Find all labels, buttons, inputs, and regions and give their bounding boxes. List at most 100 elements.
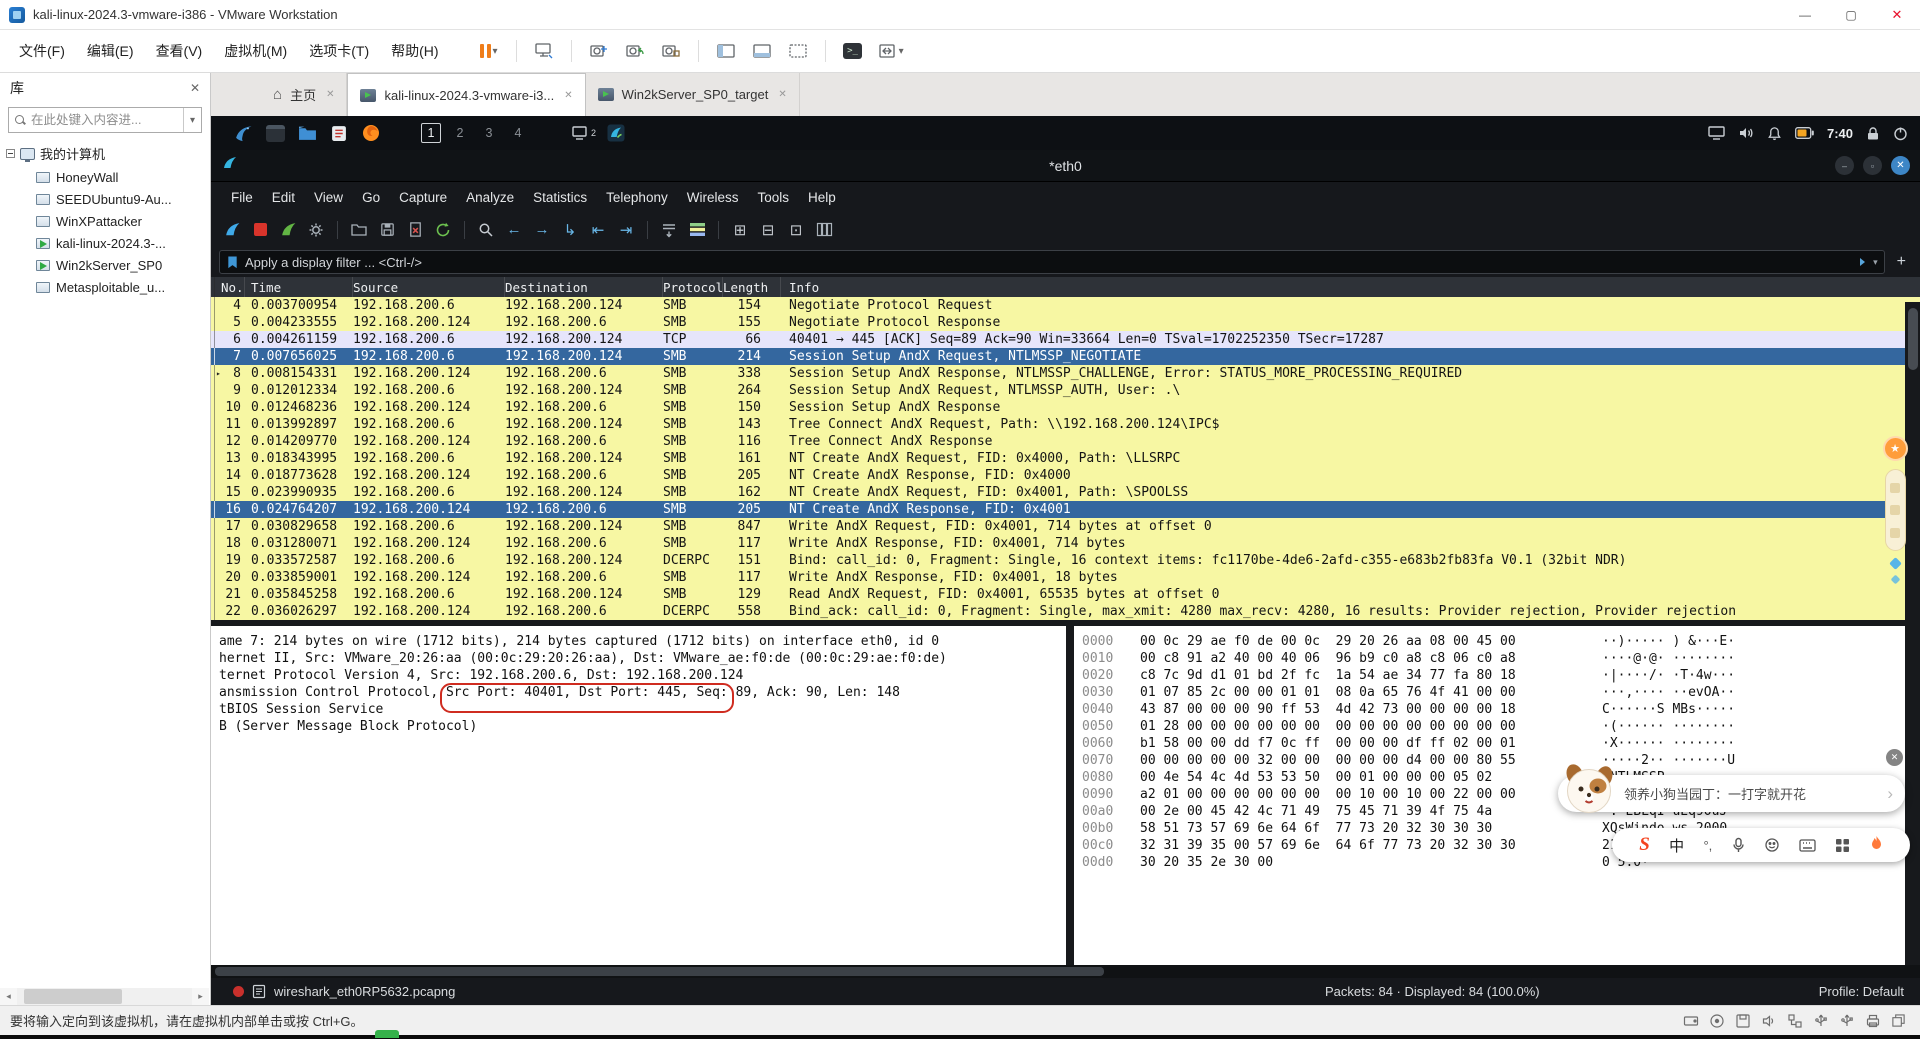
vm-tree-item[interactable]: WinXPattacker <box>0 210 210 232</box>
packet-row[interactable]: 15 0.023990935 192.168.200.6 192.168.200… <box>211 484 1920 501</box>
emoji-icon[interactable] <box>1764 837 1780 853</box>
wireshark-taskbar-icon[interactable] <box>604 121 628 145</box>
collapse-icon[interactable] <box>6 149 15 158</box>
toggle-library-button[interactable] <box>711 36 741 66</box>
sparkle-icon[interactable] <box>1890 574 1900 585</box>
go-last-packet-icon[interactable]: ⇥ <box>613 217 639 243</box>
packet-row[interactable]: 13 0.018343995 192.168.200.6 192.168.200… <box>211 450 1920 467</box>
apply-filter-icon[interactable] <box>1853 256 1868 268</box>
wireshark-menu-item[interactable]: Telephony <box>598 186 676 209</box>
start-capture-button[interactable] <box>219 217 245 243</box>
chevron-down-icon[interactable]: ▾ <box>493 46 498 57</box>
toggle-thumbnails-button[interactable] <box>747 36 777 66</box>
zoom-out-icon[interactable]: ⊟ <box>755 217 781 243</box>
hex-row[interactable]: 0030 01 07 85 2c 00 00 01 01 08 0a 65 76… <box>1082 684 1905 701</box>
library-search[interactable]: ▾ <box>8 107 202 133</box>
tab-close-icon[interactable]: ✕ <box>778 89 786 100</box>
vscroll-thumb[interactable] <box>1907 308 1918 370</box>
bookmark-icon[interactable] <box>226 255 239 270</box>
folder-icon[interactable] <box>295 121 319 145</box>
wireshark-menu-item[interactable]: Tools <box>749 186 797 209</box>
display-icon[interactable] <box>1708 126 1725 140</box>
packet-row[interactable]: 9 0.012012334 192.168.200.6 192.168.200.… <box>211 382 1920 399</box>
packet-row[interactable]: 17 0.030829658 192.168.200.6 192.168.200… <box>211 518 1920 535</box>
zoom-reset-icon[interactable]: ⊡ <box>783 217 809 243</box>
go-back-icon[interactable]: ← <box>501 217 527 243</box>
wireshark-maximize-button[interactable]: ▫ <box>1863 156 1882 175</box>
packet-row[interactable]: 7 0.007656025 192.168.200.6 192.168.200.… <box>211 348 1920 365</box>
wireshark-minimize-button[interactable]: – <box>1835 156 1854 175</box>
packet-row[interactable]: 11 0.013992897 192.168.200.6 192.168.200… <box>211 416 1920 433</box>
col-length[interactable]: Length <box>723 277 781 297</box>
vm-tree-item[interactable]: SEEDUbuntu9-Au... <box>0 188 210 210</box>
detail-ip[interactable]: ternet Protocol Version 4, Src: 192.168.… <box>219 667 1066 684</box>
wireshark-menu-item[interactable]: Go <box>354 186 388 209</box>
wireshark-menu-item[interactable]: Capture <box>391 186 455 209</box>
packet-row[interactable]: 22 0.036026297 192.168.200.124 192.168.2… <box>211 603 1920 620</box>
screenshot-tool-icon[interactable]: 2 <box>572 121 596 145</box>
revert-snapshot-button[interactable] <box>620 36 650 66</box>
col-destination[interactable]: Destination <box>505 277 663 297</box>
sogou-logo-icon[interactable]: S <box>1639 834 1650 856</box>
packet-list-header[interactable]: No. Time Source Destination Protocol Len… <box>211 277 1920 297</box>
close-file-button[interactable] <box>402 217 428 243</box>
capture-status-icon[interactable] <box>233 986 244 997</box>
cd-rom-icon[interactable] <box>1709 1013 1725 1029</box>
tree-root-my-computer[interactable]: 我的计算机 <box>0 141 210 166</box>
packet-row[interactable]: 6 0.004261159 192.168.200.6 192.168.200.… <box>211 331 1920 348</box>
open-terminal-button[interactable]: >_ <box>838 36 868 66</box>
battery-icon[interactable] <box>1795 127 1814 139</box>
suspend-button[interactable]: ▾ <box>474 36 504 66</box>
hscroll-thumb[interactable] <box>215 967 1104 976</box>
hex-row[interactable]: 0040 43 87 00 00 00 90 ff 53 4d 42 73 00… <box>1082 701 1905 718</box>
col-time[interactable]: Time <box>245 277 353 297</box>
wireshark-menu-item[interactable]: Statistics <box>525 186 595 209</box>
ime-punct-toggle[interactable]: °, <box>1703 838 1712 853</box>
display-filter-input[interactable]: ▾ <box>219 250 1885 274</box>
take-snapshot-button[interactable] <box>584 36 614 66</box>
add-filter-button[interactable]: + <box>1891 253 1912 271</box>
sound-icon[interactable] <box>1761 1013 1777 1029</box>
resize-columns-button[interactable] <box>811 217 837 243</box>
profile-status[interactable]: Profile: Default <box>1819 984 1904 999</box>
taskbar-peek-icon[interactable] <box>375 1030 399 1038</box>
wireshark-menu-item[interactable]: Wireless <box>679 186 747 209</box>
hex-row[interactable]: 0010 00 c8 91 a2 40 00 40 06 96 b9 c0 a8… <box>1082 650 1905 667</box>
colorize-button[interactable] <box>684 217 710 243</box>
wireshark-hscrollbar[interactable] <box>211 965 1920 978</box>
open-file-button[interactable] <box>346 217 372 243</box>
auto-scroll-button[interactable] <box>656 217 682 243</box>
wireshark-titlebar[interactable]: *eth0 – ▫ ✕ <box>211 150 1920 182</box>
detail-frame[interactable]: ame 7: 214 bytes on wire (1712 bits), 21… <box>219 633 1066 650</box>
snapshot-manager-button[interactable] <box>656 36 686 66</box>
keyboard-icon[interactable] <box>1799 838 1816 852</box>
ad-chevron-icon[interactable]: › <box>1887 784 1893 804</box>
usb-icon[interactable] <box>1813 1013 1829 1029</box>
console-view-button[interactable] <box>783 36 813 66</box>
text-editor-icon[interactable] <box>327 121 351 145</box>
vm-tree-item[interactable]: Metasploitable_u... <box>0 276 210 298</box>
menu-item[interactable]: 编辑(E) <box>78 36 143 66</box>
packet-row[interactable]: 18 0.031280071 192.168.200.124 192.168.2… <box>211 535 1920 552</box>
search-input[interactable] <box>31 113 183 127</box>
menu-item[interactable]: 虚拟机(M) <box>215 36 296 66</box>
library-close-icon[interactable]: ✕ <box>190 81 200 95</box>
ime-widget-pill[interactable] <box>1884 469 1906 551</box>
workspace-button[interactable]: 4 <box>508 123 528 143</box>
go-first-packet-icon[interactable]: ⇤ <box>585 217 611 243</box>
skin-flame-icon[interactable] <box>1870 835 1883 856</box>
wireshark-menu-item[interactable]: File <box>223 186 261 209</box>
menu-item[interactable]: 文件(F) <box>10 36 74 66</box>
wireshark-menu-item[interactable]: Edit <box>264 186 303 209</box>
workspace-button[interactable]: 3 <box>479 123 499 143</box>
close-button[interactable]: ✕ <box>1874 0 1920 29</box>
packet-details-pane[interactable]: ame 7: 214 bytes on wire (1712 bits), 21… <box>211 626 1066 965</box>
packet-row[interactable]: 20 0.033859001 192.168.200.124 192.168.2… <box>211 569 1920 586</box>
menu-item[interactable]: 查看(V) <box>147 36 212 66</box>
tab-home[interactable]: ⌂ 主页 ✕ <box>261 73 348 116</box>
restart-capture-button[interactable] <box>275 217 301 243</box>
hard-disk-icon[interactable] <box>1683 1013 1699 1029</box>
zoom-in-icon[interactable]: ⊞ <box>727 217 753 243</box>
network-adapter-icon[interactable] <box>1787 1013 1803 1029</box>
packet-row[interactable]: 12 0.014209770 192.168.200.124 192.168.2… <box>211 433 1920 450</box>
